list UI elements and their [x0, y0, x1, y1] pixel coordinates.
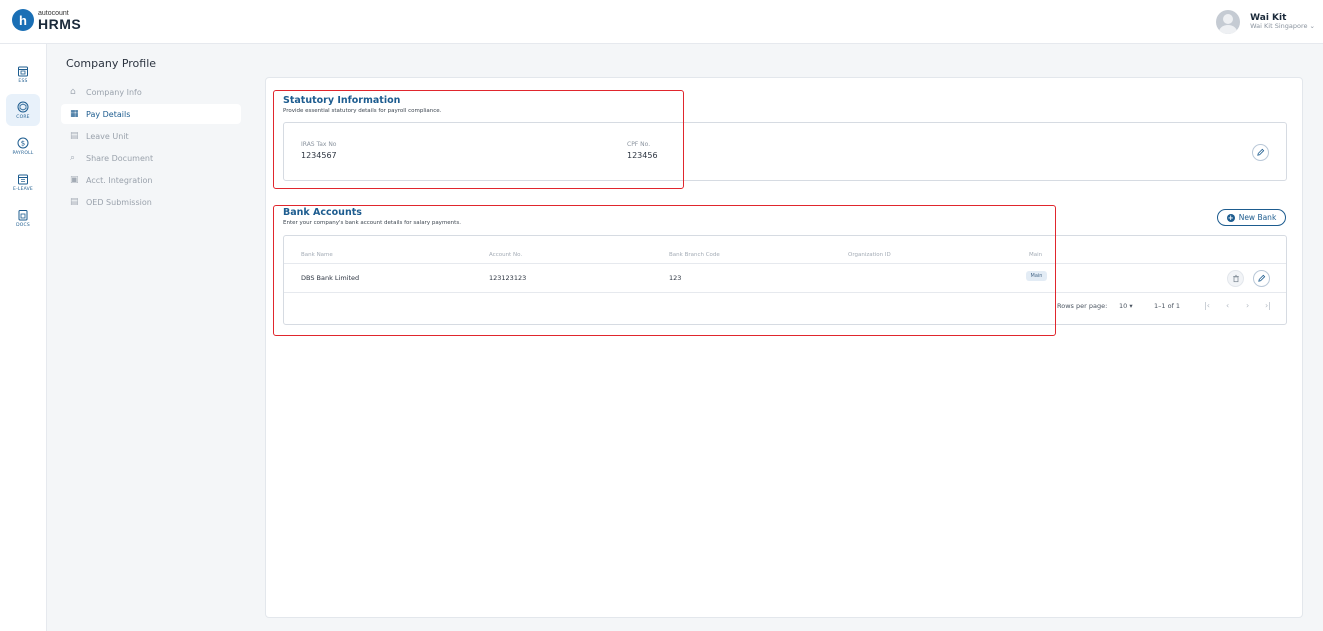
nav-label: Company Info: [86, 87, 142, 97]
bank-title: Bank Accounts: [283, 207, 362, 218]
bank-description: Enter your company's bank account detail…: [283, 220, 461, 226]
pencil-icon: [1257, 148, 1265, 156]
user-text: Wai Kit Wai Kit Singapore ⌄: [1250, 13, 1315, 31]
row-divider: [284, 263, 1286, 264]
edit-statutory-button[interactable]: [1252, 144, 1269, 161]
bank-table: Bank Name Account No. Bank Branch Code O…: [283, 235, 1287, 325]
column-header: Main: [1029, 252, 1043, 258]
main-badge: Main: [1026, 271, 1047, 281]
new-bank-button[interactable]: + New Bank: [1217, 209, 1286, 226]
logo-mark: h: [12, 9, 34, 31]
document-icon: [18, 209, 28, 220]
pagination-range: 1–1 of 1: [1154, 302, 1181, 310]
nav-label: OED Submission: [86, 197, 152, 207]
pay-icon: ▦: [70, 109, 79, 119]
calendar-icon: [18, 174, 28, 184]
user-company: Wai Kit Singapore ⌄: [1250, 22, 1315, 31]
new-bank-label: New Bank: [1238, 213, 1277, 222]
plus-icon: +: [1226, 213, 1235, 222]
nav-label: Pay Details: [86, 109, 131, 119]
nav-leave-unit[interactable]: ▤ Leave Unit: [61, 126, 241, 146]
svg-text:$: $: [21, 139, 25, 147]
column-header: Bank Name: [301, 252, 333, 258]
statutory-title: Statutory Information: [283, 95, 401, 106]
logo-main: HRMS: [38, 15, 82, 32]
nav-oed-submission[interactable]: ▤ OED Submission: [61, 192, 241, 212]
leave-icon: ▤: [70, 131, 79, 141]
cpf-value: 123456: [627, 151, 658, 160]
nav-label: Acct. Integration: [86, 175, 153, 185]
next-page-icon[interactable]: ›: [1246, 301, 1249, 310]
building-icon: ⌂: [70, 87, 76, 97]
section-nav: Company Profile ⌂ Company Info ▦ Pay Det…: [47, 44, 257, 631]
pencil-icon: [1258, 274, 1266, 282]
rail-item-ess[interactable]: ESS: [6, 58, 40, 90]
iras-value: 1234567: [301, 151, 337, 160]
nav-share-document[interactable]: ⌕ Share Document: [61, 148, 241, 168]
dollar-icon: $: [17, 137, 29, 148]
avatar: [1216, 10, 1241, 34]
delete-bank-button[interactable]: [1227, 270, 1244, 287]
rail-label: E-LEAVE: [13, 186, 33, 192]
last-page-icon[interactable]: ›|: [1265, 301, 1271, 310]
column-header: Account No.: [489, 252, 523, 258]
trash-icon: [1232, 274, 1239, 283]
column-header: Bank Branch Code: [669, 252, 720, 258]
logo-text: autocount HRMS: [38, 10, 81, 31]
nav-pay-details[interactable]: ▦ Pay Details: [61, 104, 241, 124]
cell-bank-name: DBS Bank Limited: [301, 274, 360, 282]
nav-label: Leave Unit: [86, 131, 129, 141]
cube-icon: [17, 101, 29, 112]
app-logo[interactable]: h autocount HRMS: [12, 9, 81, 31]
integration-icon: ▣: [70, 175, 79, 185]
statutory-card: IRAS Tax No 1234567 CPF No. 123456: [283, 122, 1287, 181]
rail-label: PAYROLL: [12, 150, 34, 156]
rail-label: CORE: [16, 114, 30, 120]
user-menu[interactable]: Wai Kit Wai Kit Singapore ⌄: [1216, 10, 1315, 34]
prev-page-icon[interactable]: ‹: [1226, 301, 1229, 310]
nav-company-info[interactable]: ⌂ Company Info: [61, 82, 241, 102]
section-title: Company Profile: [66, 57, 157, 70]
rail-item-core[interactable]: CORE: [6, 94, 40, 126]
edit-bank-button[interactable]: [1253, 270, 1270, 287]
column-header: Organization ID: [848, 252, 891, 258]
main-panel: Statutory Information Provide essential …: [265, 77, 1303, 618]
cell-branch-code: 123: [669, 274, 682, 282]
rows-per-page-label: Rows per page:: [1057, 302, 1108, 310]
statutory-description: Provide essential statutory details for …: [283, 108, 442, 114]
nav-label: Share Document: [86, 153, 154, 163]
rail-item-docs[interactable]: DOCS: [6, 202, 40, 234]
cpf-label: CPF No.: [627, 141, 651, 148]
submission-icon: ▤: [70, 197, 79, 207]
top-bar: h autocount HRMS Wai Kit Wai Kit Singapo…: [0, 0, 1323, 44]
rows-per-page-select[interactable]: 10 ▾: [1119, 302, 1133, 310]
iras-label: IRAS Tax No: [301, 141, 337, 148]
module-rail: ESS CORE $ PAYROLL E-LEAVE DOCS: [0, 44, 47, 631]
nav-acct-integration[interactable]: ▣ Acct. Integration: [61, 170, 241, 190]
cell-account-no: 123123123: [489, 274, 527, 282]
rail-label: ESS: [18, 78, 28, 84]
rail-label: DOCS: [16, 222, 30, 228]
share-icon: ⌕: [70, 153, 76, 163]
row-divider: [284, 292, 1286, 293]
calendar-id-icon: [18, 66, 28, 76]
rail-item-payroll[interactable]: $ PAYROLL: [6, 130, 40, 162]
first-page-icon[interactable]: |‹: [1204, 301, 1210, 310]
rail-item-eleave[interactable]: E-LEAVE: [6, 166, 40, 198]
